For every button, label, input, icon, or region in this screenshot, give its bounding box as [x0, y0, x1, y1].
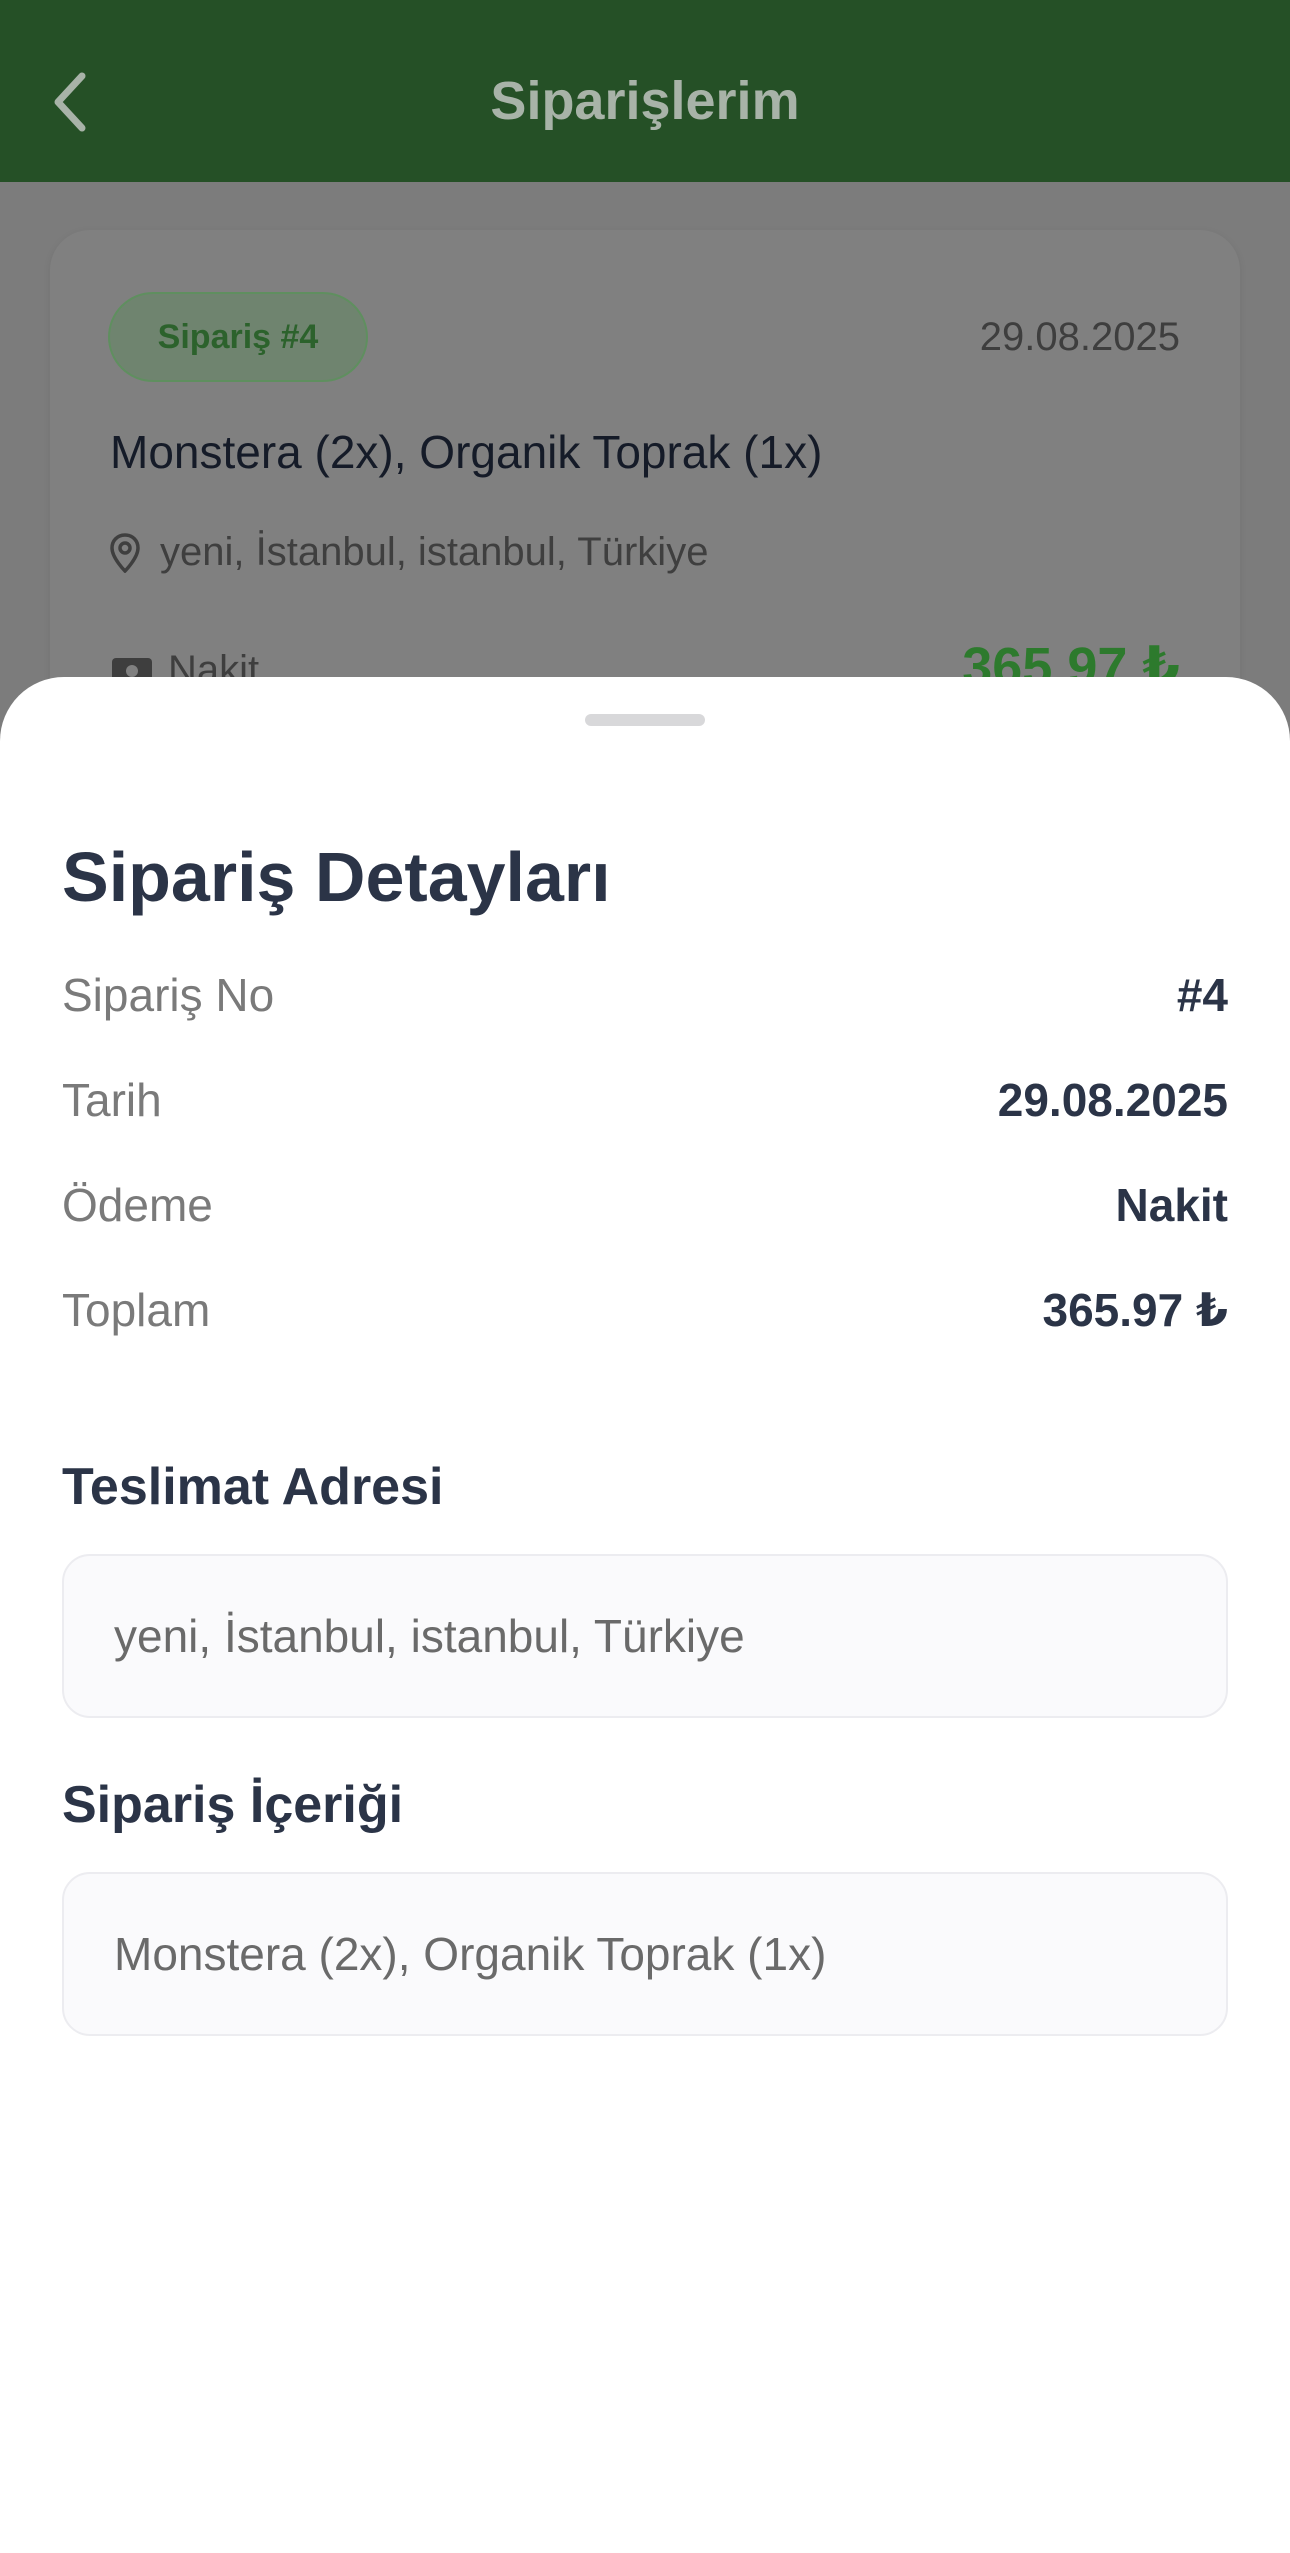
detail-row-order-no: Sipariş No #4 — [62, 965, 1228, 1025]
detail-label: Toplam — [62, 1284, 211, 1336]
detail-label: Ödeme — [62, 1179, 213, 1231]
order-number-badge: Sipariş #4 — [108, 292, 368, 382]
drag-handle[interactable] — [585, 714, 705, 726]
app-bar: Siparişlerim — [0, 0, 1290, 182]
detail-row-payment: Ödeme Nakit — [62, 1175, 1228, 1235]
detail-row-date: Tarih 29.08.2025 — [62, 1070, 1228, 1130]
order-address: yeni, İstanbul, istanbul, Türkiye — [110, 530, 708, 575]
detail-label: Tarih — [62, 1074, 162, 1126]
sheet-title: Sipariş Detayları — [62, 838, 611, 916]
page-title: Siparişlerim — [490, 71, 800, 131]
detail-row-total: Toplam 365.97 ₺ — [62, 1280, 1228, 1340]
order-date: 29.08.2025 — [979, 315, 1180, 359]
order-address-text: yeni, İstanbul, istanbul, Türkiye — [160, 530, 709, 574]
detail-value: 29.08.2025 — [997, 1074, 1228, 1126]
delivery-address-title: Teslimat Adresi — [62, 1458, 444, 1516]
detail-value: 365.97 ₺ — [1042, 1284, 1228, 1336]
order-contents-title: Sipariş İçeriği — [62, 1776, 404, 1834]
location-pin-icon — [110, 532, 140, 573]
detail-value: Nakit — [1115, 1179, 1228, 1231]
order-details-sheet: Sipariş Detayları Sipariş No #4 Tarih 29… — [0, 677, 1290, 2553]
delivery-address-box: yeni, İstanbul, istanbul, Türkiye — [62, 1554, 1228, 1718]
detail-value: #4 — [1176, 969, 1228, 1021]
detail-label: Sipariş No — [62, 969, 275, 1021]
order-items: Monstera (2x), Organik Toprak (1x) — [110, 426, 823, 478]
order-contents-box: Monstera (2x), Organik Toprak (1x) — [62, 1872, 1228, 2036]
order-card[interactable]: Sipariş #4 29.08.2025 Monstera (2x), Org… — [50, 230, 1240, 750]
